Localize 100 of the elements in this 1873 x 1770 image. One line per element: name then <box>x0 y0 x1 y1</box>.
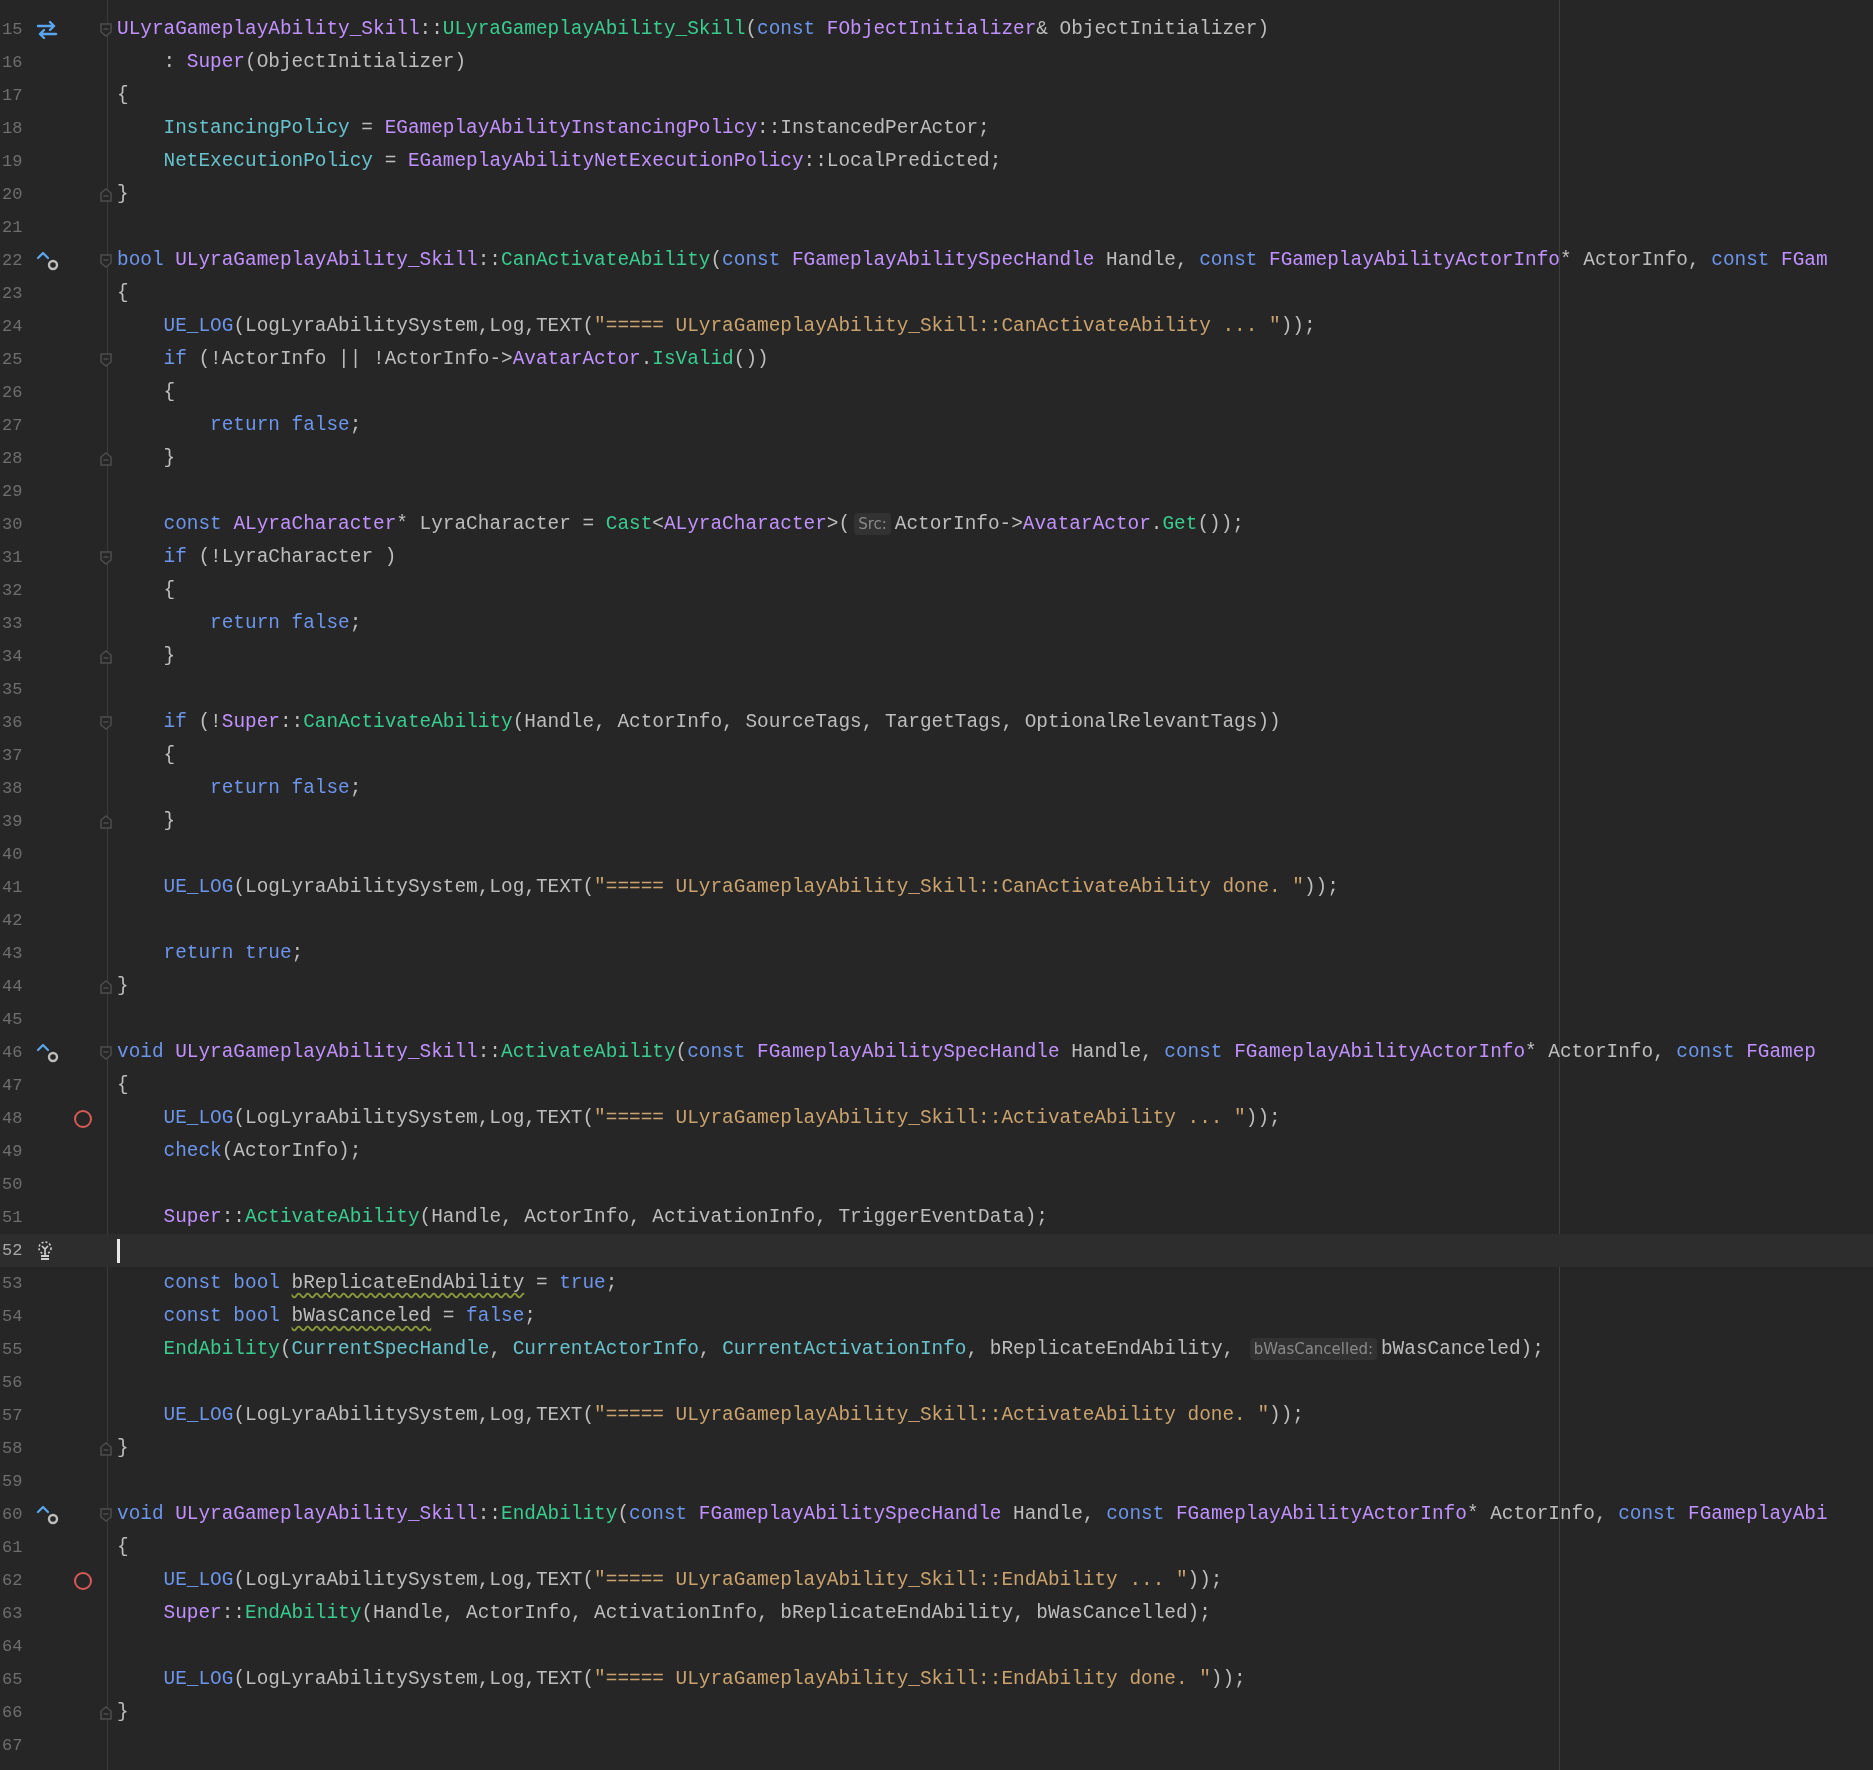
fold-marker-icon[interactable] <box>100 1045 112 1060</box>
fold-marker-icon[interactable] <box>100 451 112 466</box>
line-number: 22 <box>1 249 24 272</box>
code-text: return false; <box>209 610 362 636</box>
fold-marker-icon[interactable] <box>100 253 112 268</box>
override-marker-icon[interactable] <box>36 1041 60 1064</box>
code-text: EndAbility(CurrentSpecHandle, CurrentActorInfo, CurrentActivationInfo, bReplicateEndAbility, <box>162 1336 1236 1362</box>
line-number: 31 <box>1 546 24 569</box>
code-text: { <box>117 1534 129 1560</box>
line-number: 58 <box>1 1437 24 1460</box>
line-number: 55 <box>1 1338 24 1361</box>
code-text: if (!ActorInfo || !ActorInfo->AvatarActor.IsValid()) <box>162 346 769 372</box>
code-text: UE_LOG(LogLyraAbilitySystem,Log,TEXT("===== ULyraGameplayAbility_Skill::CanActivateAbility done. ")); <box>162 874 1339 900</box>
code-text: if (!LyraCharacter ) <box>162 544 397 570</box>
code-text: check(ActorInfo); <box>162 1138 362 1164</box>
code-text: return false; <box>209 412 362 438</box>
fold-marker-icon[interactable] <box>100 979 112 994</box>
line-number: 45 <box>1 1008 24 1031</box>
line-number: 46 <box>1 1041 24 1064</box>
line-number: 36 <box>1 711 24 734</box>
fold-marker-icon[interactable] <box>100 22 112 37</box>
code-text: NetExecutionPolicy = EGameplayAbilityNetExecutionPolicy::LocalPredicted; <box>162 148 1002 174</box>
line-number: 53 <box>1 1272 24 1295</box>
line-number: 43 <box>1 942 24 965</box>
line-number: 32 <box>1 579 24 602</box>
inlay-hint: Src: <box>854 513 891 536</box>
code-text: UE_LOG(LogLyraAbilitySystem,Log,TEXT("===== ULyraGameplayAbility_Skill::CanActivateAbility ... ")); <box>162 313 1316 339</box>
line-number: 40 <box>1 843 24 866</box>
line-number: 65 <box>1 1668 24 1691</box>
code-text: return true; <box>162 940 304 966</box>
line-number: 49 <box>1 1140 24 1163</box>
line-number: 26 <box>1 381 24 404</box>
line-number: 61 <box>1 1536 24 1559</box>
code-text: } <box>117 1435 129 1461</box>
code-text: UE_LOG(LogLyraAbilitySystem,Log,TEXT("===== ULyraGameplayAbility_Skill::ActivateAbility ... ")); <box>162 1105 1281 1131</box>
line-number: 50 <box>1 1173 24 1196</box>
fold-marker-icon[interactable] <box>100 715 112 730</box>
fold-marker-icon[interactable] <box>100 1441 112 1456</box>
line-number: 33 <box>1 612 24 635</box>
line-number: 39 <box>1 810 24 833</box>
code-text: } <box>162 643 176 669</box>
line-number: 54 <box>1 1305 24 1328</box>
code-text: if (!Super::CanActivateAbility(Handle, ActorInfo, SourceTags, TargetTags, OptionalRelevantTags)) <box>162 709 1281 735</box>
line-number: 27 <box>1 414 24 437</box>
fold-marker-icon[interactable] <box>100 814 112 829</box>
code-text: ActorInfo->AvatarActor.Get()); <box>894 511 1244 537</box>
fold-marker-icon[interactable] <box>100 352 112 367</box>
code-text: return false; <box>209 775 362 801</box>
line-number: 63 <box>1 1602 24 1625</box>
line-number: 28 <box>1 447 24 470</box>
code-text: { <box>117 1072 129 1098</box>
code-text: UE_LOG(LogLyraAbilitySystem,Log,TEXT("===== ULyraGameplayAbility_Skill::ActivateAbility done. ")); <box>162 1402 1304 1428</box>
fold-marker-icon[interactable] <box>100 1507 112 1522</box>
code-text: UE_LOG(LogLyraAbilitySystem,Log,TEXT("===== ULyraGameplayAbility_Skill::EndAbility done. ")); <box>162 1666 1246 1692</box>
code-text: { <box>162 577 176 603</box>
override-marker-icon[interactable] <box>36 249 60 272</box>
swap-arrows-icon[interactable] <box>36 20 58 39</box>
line-number: 29 <box>1 480 24 503</box>
override-marker-icon[interactable] <box>36 1503 60 1526</box>
line-number: 59 <box>1 1470 24 1493</box>
line-number: 44 <box>1 975 24 998</box>
line-number: 25 <box>1 348 24 371</box>
fold-marker-icon[interactable] <box>100 649 112 664</box>
fold-marker-icon[interactable] <box>100 1705 112 1720</box>
line-number: 62 <box>1 1569 24 1592</box>
code-text: : Super(ObjectInitializer) <box>162 49 467 75</box>
line-number: 57 <box>1 1404 24 1427</box>
line-number: 64 <box>1 1635 24 1658</box>
line-number: 23 <box>1 282 24 305</box>
code-text: Super::EndAbility(Handle, ActorInfo, ActivationInfo, bReplicateEndAbility, bWasCancelled); <box>162 1600 1211 1626</box>
code-text: const ALyraCharacter* LyraCharacter = Cast<ALyraCharacter>( <box>162 511 851 537</box>
breakpoint-icon[interactable] <box>73 1570 93 1591</box>
line-number: 67 <box>1 1734 24 1757</box>
line-number: 42 <box>1 909 24 932</box>
line-number: 41 <box>1 876 24 899</box>
line-number: 60 <box>1 1503 24 1526</box>
line-number: 17 <box>1 84 24 107</box>
code-text: } <box>117 973 129 999</box>
breakpoint-icon[interactable] <box>73 1108 93 1129</box>
code-text: { <box>162 742 176 768</box>
lightbulb-icon[interactable] <box>36 1239 54 1262</box>
code-text: void ULyraGameplayAbility_Skill::ActivateAbility(const FGameplayAbilitySpecHandle Handle, const FGameplayAbilityActorInfo* ActorInfo, const FGamep <box>117 1039 1816 1065</box>
code-text: } <box>117 1699 129 1725</box>
line-number: 35 <box>1 678 24 701</box>
code-text: { <box>117 82 129 108</box>
line-number: 20 <box>1 183 24 206</box>
fold-marker-icon[interactable] <box>100 550 112 565</box>
code-text: const bool bReplicateEndAbility = true; <box>162 1270 618 1296</box>
line-number: 34 <box>1 645 24 668</box>
code-text: const bool bWasCanceled = false; <box>162 1303 536 1329</box>
line-number: 47 <box>1 1074 24 1097</box>
inlay-hint: bWasCancelled: <box>1249 1338 1377 1361</box>
line-number: 21 <box>1 216 24 239</box>
line-number: 15 <box>1 18 24 41</box>
fold-marker-icon[interactable] <box>100 187 112 202</box>
line-number: 30 <box>1 513 24 536</box>
code-text: InstancingPolicy = EGameplayAbilityInstancingPolicy::InstancedPerActor; <box>162 115 990 141</box>
line-number: 16 <box>1 51 24 74</box>
code-text: void ULyraGameplayAbility_Skill::EndAbility(const FGameplayAbilitySpecHandle Handle, const FGameplayAbilityActorInfo* ActorInfo, const FGameplayAbi <box>117 1501 1828 1527</box>
code-text: UE_LOG(LogLyraAbilitySystem,Log,TEXT("===== ULyraGameplayAbility_Skill::EndAbility ... ")); <box>162 1567 1223 1593</box>
